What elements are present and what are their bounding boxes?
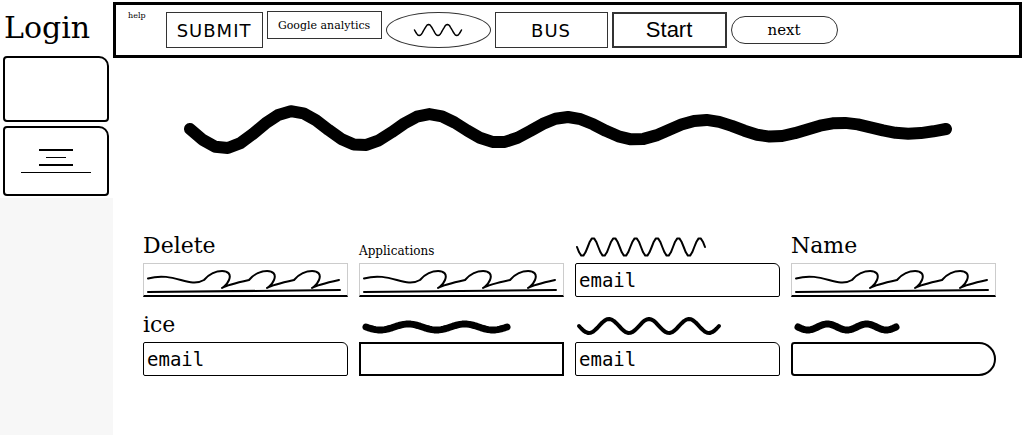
login-title: Login: [0, 0, 113, 54]
placeholder-scribble-icon: [144, 265, 344, 295]
text-line-icon: [39, 164, 73, 166]
label-text: Delete: [143, 233, 216, 258]
field-label: [575, 228, 780, 258]
form-field: email: [575, 228, 780, 297]
toolbar-button[interactable]: Google analytics: [267, 11, 382, 39]
text-input[interactable]: email: [575, 263, 780, 297]
input-value: email: [579, 348, 636, 370]
text-input[interactable]: [791, 263, 996, 297]
field-label: Applications: [359, 228, 564, 258]
text-line-icon: [21, 172, 91, 174]
label-text: Name: [791, 233, 857, 258]
sidebar-top: Login: [0, 0, 113, 198]
text-input[interactable]: [359, 263, 564, 297]
form-field: Name: [791, 228, 996, 297]
input-value: email: [579, 269, 636, 291]
text-input[interactable]: [143, 263, 348, 297]
text-input[interactable]: [791, 342, 996, 376]
button-label: next: [768, 21, 801, 39]
form-field: email: [575, 307, 780, 376]
field-label: [359, 307, 564, 337]
form-field: [359, 307, 564, 376]
text-input[interactable]: email: [143, 342, 348, 376]
button-label: Start: [646, 17, 692, 43]
placeholder-scribble-icon: [792, 265, 992, 295]
sidebar-fill: [0, 198, 113, 435]
placeholder-scribble-icon: [360, 265, 560, 295]
field-label: ice: [143, 307, 348, 337]
toolbar-button[interactable]: next: [731, 16, 838, 44]
text-input[interactable]: email: [575, 342, 780, 376]
toolbar-caption: help: [128, 11, 146, 20]
button-label: Google analytics: [278, 19, 370, 32]
squiggle-icon: [359, 317, 514, 337]
squiggle-icon: [413, 23, 463, 37]
field-label: [791, 307, 996, 337]
text-input[interactable]: [359, 342, 564, 376]
form-field: Applications: [359, 228, 564, 297]
field-label: Delete: [143, 228, 348, 258]
banner: [113, 58, 1024, 200]
squiggle-banner-icon: [178, 97, 958, 161]
form-field: Delete: [143, 228, 348, 297]
toolbar-button[interactable]: SUBMIT: [166, 12, 263, 48]
toolbar: help SUBMIT Google analytics BUS Start next: [113, 2, 1022, 58]
toolbar-button[interactable]: BUS: [495, 12, 608, 48]
sidebar-item[interactable]: [3, 126, 109, 196]
form-field: ice email: [143, 307, 348, 376]
squiggle-icon: [575, 236, 707, 258]
sidebar: Login: [0, 0, 113, 435]
button-label: BUS: [531, 20, 571, 41]
field-label: Name: [791, 228, 996, 258]
label-text: ice: [143, 312, 175, 337]
form-grid: Delete Applications email Name ice email email: [113, 200, 1024, 435]
squiggle-icon: [791, 317, 903, 337]
text-line-icon: [46, 157, 66, 159]
input-value: email: [147, 348, 204, 370]
squiggle-icon: [575, 315, 723, 337]
toolbar-button[interactable]: [386, 12, 491, 48]
main: help SUBMIT Google analytics BUS Start next De…: [113, 0, 1024, 435]
button-label: SUBMIT: [177, 20, 252, 41]
text-line-icon: [39, 149, 73, 151]
sidebar-item[interactable]: [3, 56, 109, 122]
toolbar-button[interactable]: Start: [612, 12, 727, 48]
form-field: [791, 307, 996, 376]
field-label: [575, 307, 780, 337]
label-text: Applications: [359, 244, 434, 258]
